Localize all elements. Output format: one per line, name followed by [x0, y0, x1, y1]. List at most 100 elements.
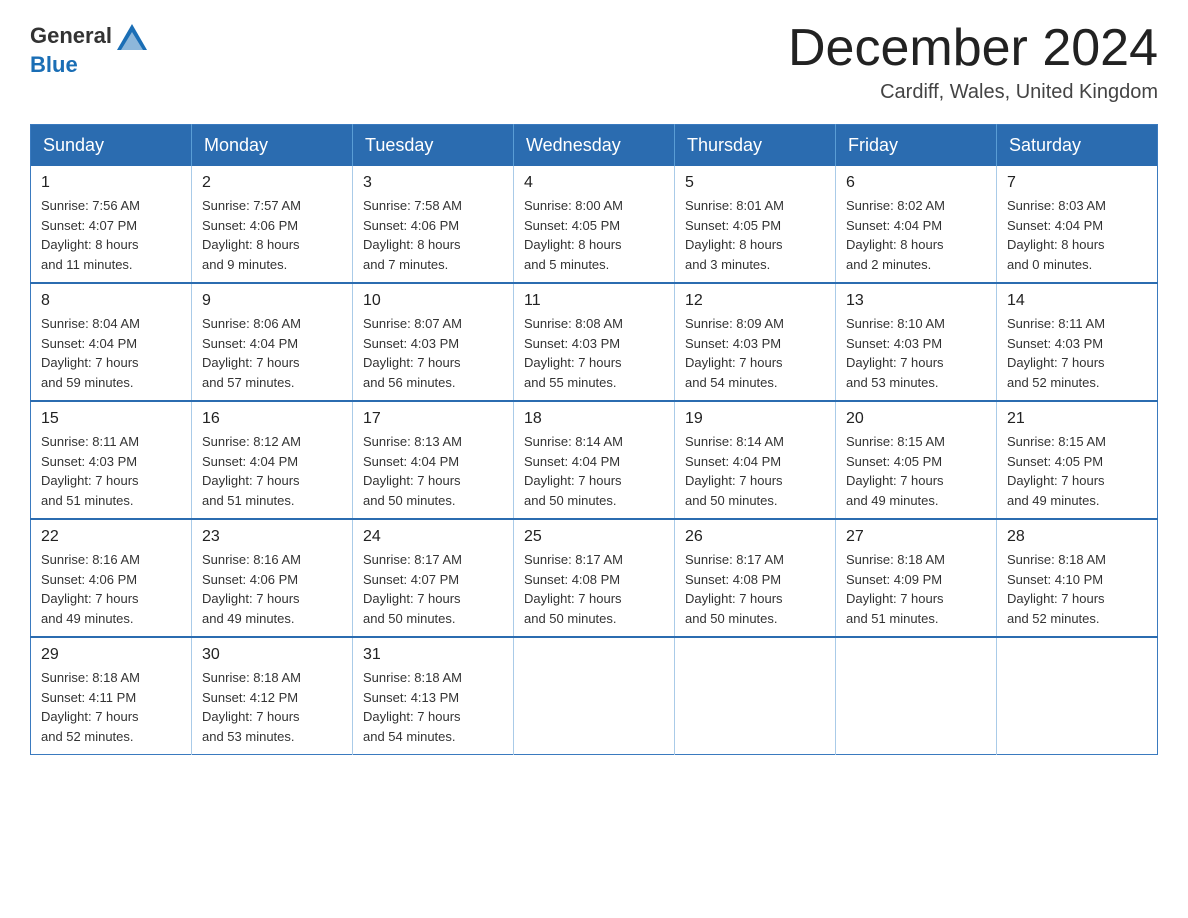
calendar-day-cell: 15 Sunrise: 8:11 AM Sunset: 4:03 PM Dayli…	[31, 401, 192, 519]
calendar-day-cell: 29Sunrise: 8:18 AM Sunset: 4:11 PM Dayli…	[31, 637, 192, 755]
empty-day-cell	[514, 637, 675, 755]
day-info: Sunrise: 8:03 AM Sunset: 4:04 PM Dayligh…	[1007, 196, 1147, 274]
day-info: Sunrise: 8:01 AM Sunset: 4:05 PM Dayligh…	[685, 196, 825, 274]
day-info: Sunrise: 8:06 AM Sunset: 4:04 PM Dayligh…	[202, 314, 342, 392]
page-header: General Blue December 2024 Cardiff, Wale…	[30, 20, 1158, 104]
day-info: Sunrise: 8:15 AM Sunset: 4:05 PM Dayligh…	[1007, 432, 1147, 510]
logo-blue-text: Blue	[30, 52, 78, 77]
day-number: 17	[363, 410, 503, 428]
day-info: Sunrise: 8:18 AM Sunset: 4:12 PM Dayligh…	[202, 668, 342, 746]
calendar-day-cell: 7Sunrise: 8:03 AM Sunset: 4:04 PM Daylig…	[997, 166, 1158, 283]
day-info: Sunrise: 8:14 AM Sunset: 4:04 PM Dayligh…	[524, 432, 664, 510]
calendar-day-cell: 14 Sunrise: 8:11 AM Sunset: 4:03 PM Dayli…	[997, 283, 1158, 401]
day-number: 8	[41, 292, 181, 310]
location-subtitle: Cardiff, Wales, United Kingdom	[788, 81, 1158, 104]
day-info: Sunrise: 8:09 AM Sunset: 4:03 PM Dayligh…	[685, 314, 825, 392]
day-number: 25	[524, 528, 664, 546]
day-info: Sunrise: 8:11 AM Sunset: 4:03 PM Dayligh…	[41, 432, 181, 510]
day-info: Sunrise: 8:11 AM Sunset: 4:03 PM Dayligh…	[1007, 314, 1147, 392]
logo: General Blue	[30, 20, 149, 78]
day-info: Sunrise: 8:04 AM Sunset: 4:04 PM Dayligh…	[41, 314, 181, 392]
day-number: 19	[685, 410, 825, 428]
weekday-header-wednesday: Wednesday	[514, 125, 675, 167]
calendar-day-cell: 18 Sunrise: 8:14 AM Sunset: 4:04 PM Dayli…	[514, 401, 675, 519]
weekday-header-monday: Monday	[192, 125, 353, 167]
calendar-day-cell: 31Sunrise: 8:18 AM Sunset: 4:13 PM Dayli…	[353, 637, 514, 755]
day-number: 15	[41, 410, 181, 428]
day-number: 27	[846, 528, 986, 546]
day-info: Sunrise: 8:07 AM Sunset: 4:03 PM Dayligh…	[363, 314, 503, 392]
day-info: Sunrise: 8:17 AM Sunset: 4:08 PM Dayligh…	[524, 550, 664, 628]
day-info: Sunrise: 8:02 AM Sunset: 4:04 PM Dayligh…	[846, 196, 986, 274]
day-number: 14	[1007, 292, 1147, 310]
day-number: 4	[524, 174, 664, 192]
weekday-header-thursday: Thursday	[675, 125, 836, 167]
empty-day-cell	[997, 637, 1158, 755]
calendar-day-cell: 1 Sunrise: 7:56 AM Sunset: 4:07 PM Daylig…	[31, 166, 192, 283]
day-number: 22	[41, 528, 181, 546]
day-info: Sunrise: 8:15 AM Sunset: 4:05 PM Dayligh…	[846, 432, 986, 510]
day-info: Sunrise: 7:58 AM Sunset: 4:06 PM Dayligh…	[363, 196, 503, 274]
empty-day-cell	[836, 637, 997, 755]
day-number: 6	[846, 174, 986, 192]
calendar-day-cell: 27 Sunrise: 8:18 AM Sunset: 4:09 PM Dayli…	[836, 519, 997, 637]
day-number: 11	[524, 292, 664, 310]
calendar-day-cell: 25 Sunrise: 8:17 AM Sunset: 4:08 PM Dayli…	[514, 519, 675, 637]
day-number: 3	[363, 174, 503, 192]
calendar-day-cell: 11 Sunrise: 8:08 AM Sunset: 4:03 PM Dayli…	[514, 283, 675, 401]
logo-triangle-icon	[115, 22, 149, 52]
day-info: Sunrise: 8:10 AM Sunset: 4:03 PM Dayligh…	[846, 314, 986, 392]
calendar-day-cell: 6 Sunrise: 8:02 AM Sunset: 4:04 PM Daylig…	[836, 166, 997, 283]
calendar-day-cell: 21 Sunrise: 8:15 AM Sunset: 4:05 PM Dayli…	[997, 401, 1158, 519]
day-info: Sunrise: 8:17 AM Sunset: 4:08 PM Dayligh…	[685, 550, 825, 628]
day-number: 20	[846, 410, 986, 428]
calendar-day-cell: 4 Sunrise: 8:00 AM Sunset: 4:05 PM Daylig…	[514, 166, 675, 283]
calendar-day-cell: 26 Sunrise: 8:17 AM Sunset: 4:08 PM Dayli…	[675, 519, 836, 637]
calendar-day-cell: 16 Sunrise: 8:12 AM Sunset: 4:04 PM Dayli…	[192, 401, 353, 519]
day-info: Sunrise: 8:17 AM Sunset: 4:07 PM Dayligh…	[363, 550, 503, 628]
day-info: Sunrise: 8:18 AM Sunset: 4:11 PM Dayligh…	[41, 668, 181, 746]
calendar-week-row: 1 Sunrise: 7:56 AM Sunset: 4:07 PM Daylig…	[31, 166, 1158, 283]
day-info: Sunrise: 8:16 AM Sunset: 4:06 PM Dayligh…	[202, 550, 342, 628]
day-number: 28	[1007, 528, 1147, 546]
calendar-day-cell: 30Sunrise: 8:18 AM Sunset: 4:12 PM Dayli…	[192, 637, 353, 755]
day-number: 18	[524, 410, 664, 428]
day-number: 2	[202, 174, 342, 192]
day-number: 16	[202, 410, 342, 428]
day-number: 31	[363, 646, 503, 664]
calendar-day-cell: 22 Sunrise: 8:16 AM Sunset: 4:06 PM Dayli…	[31, 519, 192, 637]
day-number: 5	[685, 174, 825, 192]
day-number: 21	[1007, 410, 1147, 428]
logo-general-text: General	[30, 23, 112, 49]
calendar-week-row: 22 Sunrise: 8:16 AM Sunset: 4:06 PM Dayli…	[31, 519, 1158, 637]
day-number: 26	[685, 528, 825, 546]
day-info: Sunrise: 8:16 AM Sunset: 4:06 PM Dayligh…	[41, 550, 181, 628]
day-number: 13	[846, 292, 986, 310]
weekday-header-saturday: Saturday	[997, 125, 1158, 167]
calendar-day-cell: 8 Sunrise: 8:04 AM Sunset: 4:04 PM Daylig…	[31, 283, 192, 401]
calendar-day-cell: 2Sunrise: 7:57 AM Sunset: 4:06 PM Daylig…	[192, 166, 353, 283]
calendar-day-cell: 5 Sunrise: 8:01 AM Sunset: 4:05 PM Daylig…	[675, 166, 836, 283]
calendar-day-cell: 17Sunrise: 8:13 AM Sunset: 4:04 PM Dayli…	[353, 401, 514, 519]
calendar-day-cell: 10Sunrise: 8:07 AM Sunset: 4:03 PM Dayli…	[353, 283, 514, 401]
day-number: 1	[41, 174, 181, 192]
day-info: Sunrise: 8:08 AM Sunset: 4:03 PM Dayligh…	[524, 314, 664, 392]
day-info: Sunrise: 7:56 AM Sunset: 4:07 PM Dayligh…	[41, 196, 181, 274]
month-title: December 2024	[788, 20, 1158, 77]
day-info: Sunrise: 8:00 AM Sunset: 4:05 PM Dayligh…	[524, 196, 664, 274]
day-number: 12	[685, 292, 825, 310]
calendar-day-cell: 12 Sunrise: 8:09 AM Sunset: 4:03 PM Dayli…	[675, 283, 836, 401]
empty-day-cell	[675, 637, 836, 755]
calendar-table: SundayMondayTuesdayWednesdayThursdayFrid…	[30, 124, 1158, 755]
calendar-day-cell: 9Sunrise: 8:06 AM Sunset: 4:04 PM Daylig…	[192, 283, 353, 401]
weekday-header-row: SundayMondayTuesdayWednesdayThursdayFrid…	[31, 125, 1158, 167]
day-info: Sunrise: 8:12 AM Sunset: 4:04 PM Dayligh…	[202, 432, 342, 510]
calendar-day-cell: 24 Sunrise: 8:17 AM Sunset: 4:07 PM Dayli…	[353, 519, 514, 637]
calendar-day-cell: 3 Sunrise: 7:58 AM Sunset: 4:06 PM Daylig…	[353, 166, 514, 283]
title-area: December 2024 Cardiff, Wales, United Kin…	[788, 20, 1158, 104]
calendar-day-cell: 13 Sunrise: 8:10 AM Sunset: 4:03 PM Dayli…	[836, 283, 997, 401]
day-number: 24	[363, 528, 503, 546]
calendar-week-row: 15 Sunrise: 8:11 AM Sunset: 4:03 PM Dayli…	[31, 401, 1158, 519]
day-info: Sunrise: 8:18 AM Sunset: 4:09 PM Dayligh…	[846, 550, 986, 628]
calendar-day-cell: 19Sunrise: 8:14 AM Sunset: 4:04 PM Dayli…	[675, 401, 836, 519]
